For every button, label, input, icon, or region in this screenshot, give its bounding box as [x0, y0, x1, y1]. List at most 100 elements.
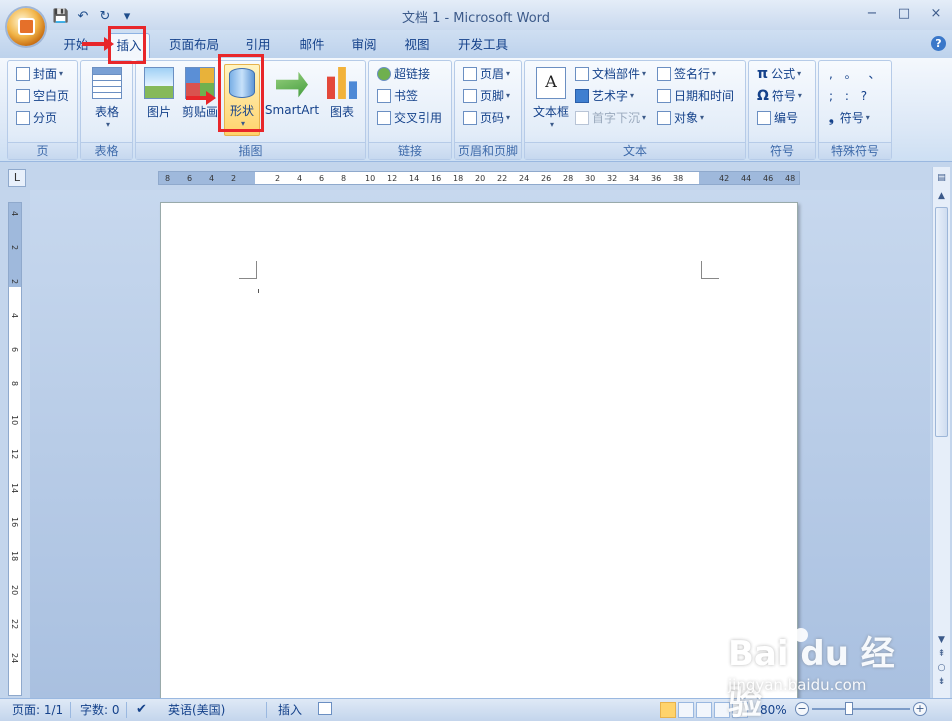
cross-reference-button[interactable]: 交叉引用 — [377, 108, 442, 128]
object-icon — [657, 111, 671, 125]
ruler-tick-label: 46 — [763, 174, 774, 183]
paw-logo-icon — [794, 628, 808, 642]
left-margin-shade — [159, 172, 255, 184]
quick-parts-button[interactable]: 文档部件 ▾ — [575, 64, 646, 84]
chart-label: 图表 — [329, 105, 354, 119]
ruler-tick-label: 38 — [673, 174, 684, 183]
page-count[interactable]: 页面: 1/1 — [12, 702, 63, 718]
document-page[interactable] — [160, 202, 798, 702]
textbox-button[interactable]: A 文本框 ▾ — [531, 67, 571, 129]
group-label: 页 — [8, 142, 77, 159]
proofing-icon[interactable]: ✔ — [136, 702, 147, 718]
table-label: 表格 — [94, 105, 119, 119]
scroll-down-arrow[interactable]: ▼ — [935, 633, 948, 647]
word-count[interactable]: 字数: 0 — [80, 702, 120, 718]
quick-parts-label: 文档部件 — [592, 67, 641, 81]
ruler-tick-label: 8 — [165, 174, 171, 183]
footer-button[interactable]: 页脚 ▾ — [463, 86, 510, 106]
tab-developer[interactable]: 开发工具 — [452, 33, 514, 58]
blank-page-button[interactable]: 空白页 — [16, 86, 69, 106]
wordart-label: 艺术字 — [592, 89, 629, 103]
picture-button[interactable]: 图片 — [142, 67, 176, 120]
tab-review[interactable]: 审阅 — [346, 33, 382, 58]
vertical-scrollbar[interactable]: ▤ ▲ ▼ ⇞ ○ ⇟ — [932, 167, 950, 698]
cross-reference-icon — [377, 111, 391, 125]
highlight-shapes-button — [218, 54, 264, 132]
blank-page-label: 空白页 — [33, 89, 70, 103]
date-time-button[interactable]: 日期和时间 — [657, 86, 734, 106]
ruler-tick-label: 22 — [10, 619, 19, 630]
signature-line-button[interactable]: 签名行 ▾ — [657, 64, 716, 84]
wordart-icon — [575, 89, 589, 103]
office-button[interactable] — [7, 8, 45, 46]
close-button[interactable]: × — [920, 4, 952, 24]
header-button[interactable]: 页眉 ▾ — [463, 64, 510, 84]
footer-icon — [463, 89, 477, 103]
drop-cap-icon — [575, 111, 589, 125]
hyperlink-label: 超链接 — [394, 67, 431, 81]
group-links: 超链接 书签 交叉引用 链接 — [368, 60, 452, 160]
tab-view[interactable]: 视图 — [399, 33, 435, 58]
equation-button[interactable]: π 公式 ▾ — [757, 64, 801, 84]
text-cursor — [258, 289, 259, 293]
page-break-button[interactable]: 分页 — [16, 108, 57, 128]
smartart-button[interactable]: SmartArt — [264, 67, 320, 117]
next-page-icon[interactable]: ⇟ — [935, 675, 948, 689]
scroll-up-arrow[interactable]: ▲ — [935, 189, 948, 203]
special-symbol-label: 符号 — [839, 111, 864, 125]
table-icon — [92, 67, 122, 99]
ruler-tick-label: 4 — [10, 211, 19, 217]
cover-page-button[interactable]: 封面 ▾ — [16, 64, 63, 84]
page-break-label: 分页 — [33, 111, 58, 125]
bookmark-label: 书签 — [394, 89, 419, 103]
numbering-button[interactable]: 编号 — [757, 108, 798, 128]
header-icon — [463, 67, 477, 81]
macro-record-icon[interactable] — [318, 702, 332, 715]
textbox-icon: A — [536, 67, 566, 99]
vertical-ruler[interactable]: 4 2 2 4 6 8 10 12 14 16 18 20 22 24 — [8, 202, 22, 696]
group-label: 符号 — [749, 142, 815, 159]
ruler-tick-label: 4 — [10, 313, 19, 319]
text-boundary-corner-right — [701, 261, 719, 279]
maximize-button[interactable]: □ — [888, 4, 920, 24]
full-screen-reading-icon[interactable] — [678, 702, 694, 718]
special-row-1[interactable]: , 。 、 — [829, 64, 884, 84]
chart-icon — [327, 67, 357, 99]
baidu-watermark: Bai du 经验 jingyan.baidu.com — [728, 622, 928, 721]
object-button[interactable]: 对象 ▾ — [657, 108, 704, 128]
print-layout-view-icon[interactable] — [660, 702, 676, 718]
insert-mode[interactable]: 插入 — [278, 702, 302, 718]
ruler-toggle-icon[interactable]: ▤ — [935, 171, 948, 185]
horizontal-ruler[interactable]: 8 6 4 2 2 4 6 8 10 12 14 16 18 20 22 24 26 28 30 32 34 36 38 42… — [158, 171, 800, 185]
ruler-tick-label: 2 — [10, 245, 19, 251]
symbol-button[interactable]: Ω 符号 ▾ — [757, 86, 802, 106]
table-button[interactable]: 表格 ▾ — [89, 67, 125, 129]
ruler-tick-label: 4 — [209, 174, 215, 183]
hyperlink-button[interactable]: 超链接 — [377, 64, 430, 84]
help-icon[interactable]: ? — [931, 36, 946, 51]
watermark-brand: Bai du 经验 — [728, 634, 895, 721]
ruler-tick-label: 6 — [187, 174, 193, 183]
chart-button[interactable]: 图表 — [324, 67, 360, 120]
symbol-label: 符号 — [771, 89, 796, 103]
scroll-thumb[interactable] — [935, 207, 948, 437]
browse-object-icon[interactable]: ○ — [935, 661, 948, 675]
quick-parts-icon — [575, 67, 589, 81]
tab-page-layout[interactable]: 页面布局 — [164, 33, 224, 58]
page-number-button[interactable]: 页码 ▾ — [463, 108, 510, 128]
special-symbol-button[interactable]: ❟ 符号 ▾ — [829, 108, 870, 128]
language[interactable]: 英语(美国) — [168, 702, 225, 718]
previous-page-icon[interactable]: ⇞ — [935, 647, 948, 661]
ruler-tick-label: 2 — [231, 174, 237, 183]
minimize-button[interactable]: − — [856, 4, 888, 24]
tab-mailings[interactable]: 邮件 — [294, 33, 330, 58]
web-layout-icon[interactable] — [696, 702, 712, 718]
wordart-button[interactable]: 艺术字 ▾ — [575, 86, 634, 106]
smartart-label: SmartArt — [264, 103, 320, 117]
ruler-tick-label: 48 — [785, 174, 796, 183]
office-logo-icon — [18, 18, 35, 35]
bookmark-button[interactable]: 书签 — [377, 86, 418, 106]
tab-selector[interactable]: L — [8, 169, 26, 187]
ruler-tick-label: 18 — [453, 174, 464, 183]
special-row-2[interactable]: ; : ? — [829, 86, 871, 106]
